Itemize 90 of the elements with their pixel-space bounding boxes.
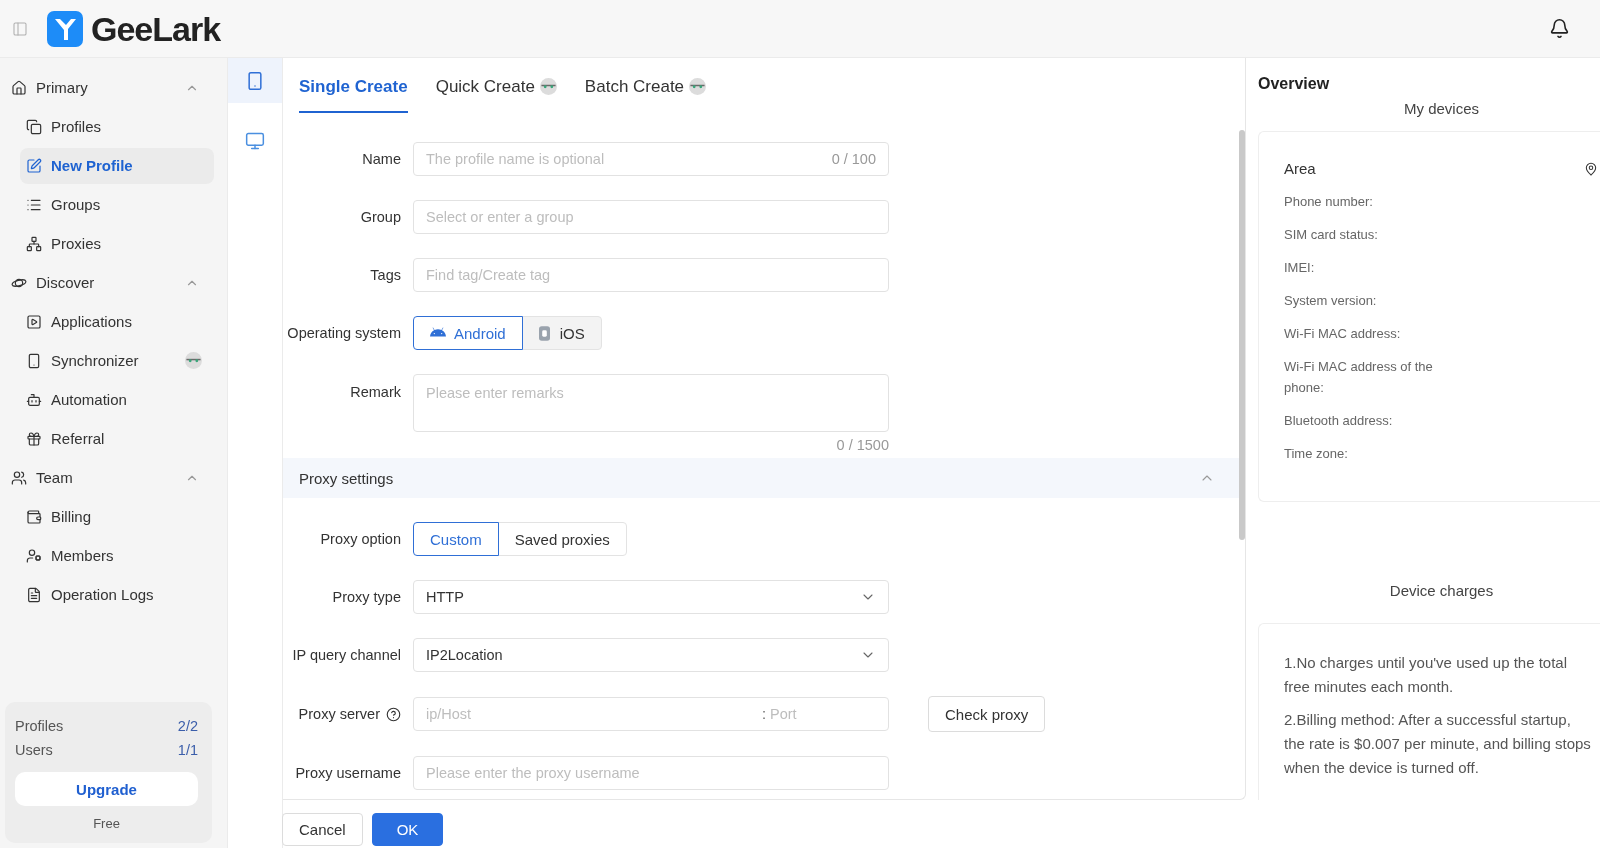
document-icon xyxy=(26,586,42,603)
sidebar-item[interactable]: Profiles xyxy=(20,108,214,145)
sidebar-item[interactable]: Operation Logs xyxy=(20,576,214,613)
sidebar-item[interactable]: Referral xyxy=(20,420,214,457)
sidebar-toggle-icon[interactable] xyxy=(12,20,28,37)
monitor-icon xyxy=(245,130,265,151)
tile-icon xyxy=(538,325,550,341)
field-label: Proxy option xyxy=(320,530,401,549)
plan-name: Free xyxy=(92,815,121,833)
charge-note: 1.No charges until you've used up the total free minutes each month. xyxy=(1284,653,1569,697)
user-gear-icon xyxy=(26,547,42,564)
section-title: Device charges xyxy=(1389,581,1494,601)
users-icon xyxy=(11,469,27,486)
logo-icon xyxy=(47,10,83,47)
segment-option[interactable]: iOS xyxy=(521,316,602,350)
tab[interactable]: Quick Create xyxy=(435,58,557,113)
info-label: Wi-Fi MAC address: xyxy=(1284,325,1401,343)
gift-icon xyxy=(26,430,42,447)
check-proxy-button[interactable]: Check proxy xyxy=(928,696,1046,732)
field-label: Name xyxy=(362,150,401,169)
segment-option[interactable]: Saved proxies xyxy=(497,522,627,556)
usage-label: Profiles xyxy=(15,717,64,736)
port-input[interactable]: Port xyxy=(766,702,888,726)
phone-icon xyxy=(26,352,42,369)
segment-option[interactable]: Android xyxy=(413,316,523,350)
info-label: SIM card status: xyxy=(1284,226,1378,244)
field-label: IP query channel xyxy=(292,646,401,665)
play-square-icon xyxy=(26,313,42,330)
upgrade-button[interactable]: Upgrade xyxy=(15,772,198,806)
port-separator: : xyxy=(761,706,766,722)
field-label: Proxy server xyxy=(298,705,380,724)
sidebar-item[interactable]: Synchronizer xyxy=(20,342,214,379)
sidebar-section[interactable]: Discover xyxy=(0,263,227,302)
sidebar-section[interactable]: Primary xyxy=(0,68,227,107)
edit-icon xyxy=(26,157,42,174)
usage-value: 2/2 xyxy=(177,717,198,736)
select-field[interactable]: HTTP xyxy=(413,580,889,614)
character-count: 0 / 1500 xyxy=(836,436,889,455)
wallet-icon xyxy=(26,508,42,525)
field-label: Proxy username xyxy=(295,764,401,783)
sidebar-item[interactable]: Automation xyxy=(20,381,214,418)
copy-icon xyxy=(26,118,42,135)
segment-option[interactable]: Custom xyxy=(413,522,499,556)
area-label: Area xyxy=(1284,159,1316,179)
sidebar-item[interactable]: Proxies xyxy=(20,225,214,262)
info-label: System version: xyxy=(1284,292,1377,310)
notification-bell-icon[interactable] xyxy=(1549,18,1570,39)
location-icon xyxy=(1584,162,1598,176)
remark-textarea[interactable]: Please enter remarks xyxy=(413,374,889,432)
home-icon xyxy=(11,79,27,96)
planet-icon xyxy=(11,276,27,289)
text-input[interactable]: Select or enter a group xyxy=(413,200,889,234)
info-label: Time zone: xyxy=(1284,445,1348,463)
phone-icon xyxy=(245,70,265,91)
field-label: Tags xyxy=(370,266,401,285)
proxy-settings-header[interactable]: Proxy settings xyxy=(283,458,1239,498)
field-label: Remark xyxy=(350,383,401,402)
host-input[interactable]: ip/Host xyxy=(426,702,762,726)
cancel-button[interactable]: Cancel xyxy=(282,813,363,846)
robot-icon xyxy=(26,391,42,408)
network-icon xyxy=(26,235,42,252)
field-label: Proxy type xyxy=(332,588,401,607)
tab[interactable]: Single Create xyxy=(299,58,408,113)
info-label: Phone number: xyxy=(1284,193,1373,211)
character-count: 0 / 100 xyxy=(831,150,876,168)
info-label: Bluetooth address: xyxy=(1284,412,1393,430)
text-input[interactable]: Please enter the proxy username xyxy=(413,756,889,790)
field-label: Group xyxy=(360,208,401,227)
sidebar-item[interactable]: New Profile xyxy=(20,147,214,184)
sidebar-item[interactable]: Groups xyxy=(20,186,214,223)
info-label: IMEI: xyxy=(1284,259,1315,277)
info-label: Wi-Fi MAC address of the phone: xyxy=(1284,358,1434,397)
select-field[interactable]: IP2Location xyxy=(413,638,889,672)
sidebar-section[interactable]: Team xyxy=(0,458,227,497)
sidebar-item[interactable]: Members xyxy=(20,537,214,574)
text-input[interactable]: Find tag/Create tag xyxy=(413,258,889,292)
panel-title: Overview xyxy=(1258,74,1330,94)
tab[interactable]: Batch Create xyxy=(584,58,707,113)
usage-value: 1/1 xyxy=(177,741,198,760)
charge-note: 2.Billing method: After a successful startup, the rate is $0.007 per minute, and billing stops when the device is turned off. xyxy=(1284,710,1592,778)
proxy-server-field[interactable]: ip/Host : Port xyxy=(413,697,889,731)
ok-button[interactable]: OK xyxy=(371,813,444,846)
section-title: My devices xyxy=(1404,99,1479,119)
field-label: Operating system xyxy=(287,324,401,343)
usage-label: Users xyxy=(15,741,53,760)
device-type-tab[interactable] xyxy=(228,58,282,103)
sidebar-item[interactable]: Applications xyxy=(20,303,214,340)
logo-text: GeeLark xyxy=(91,8,221,49)
sidebar-item[interactable]: Billing xyxy=(20,498,214,535)
scrollbar-thumb[interactable] xyxy=(1239,130,1245,540)
